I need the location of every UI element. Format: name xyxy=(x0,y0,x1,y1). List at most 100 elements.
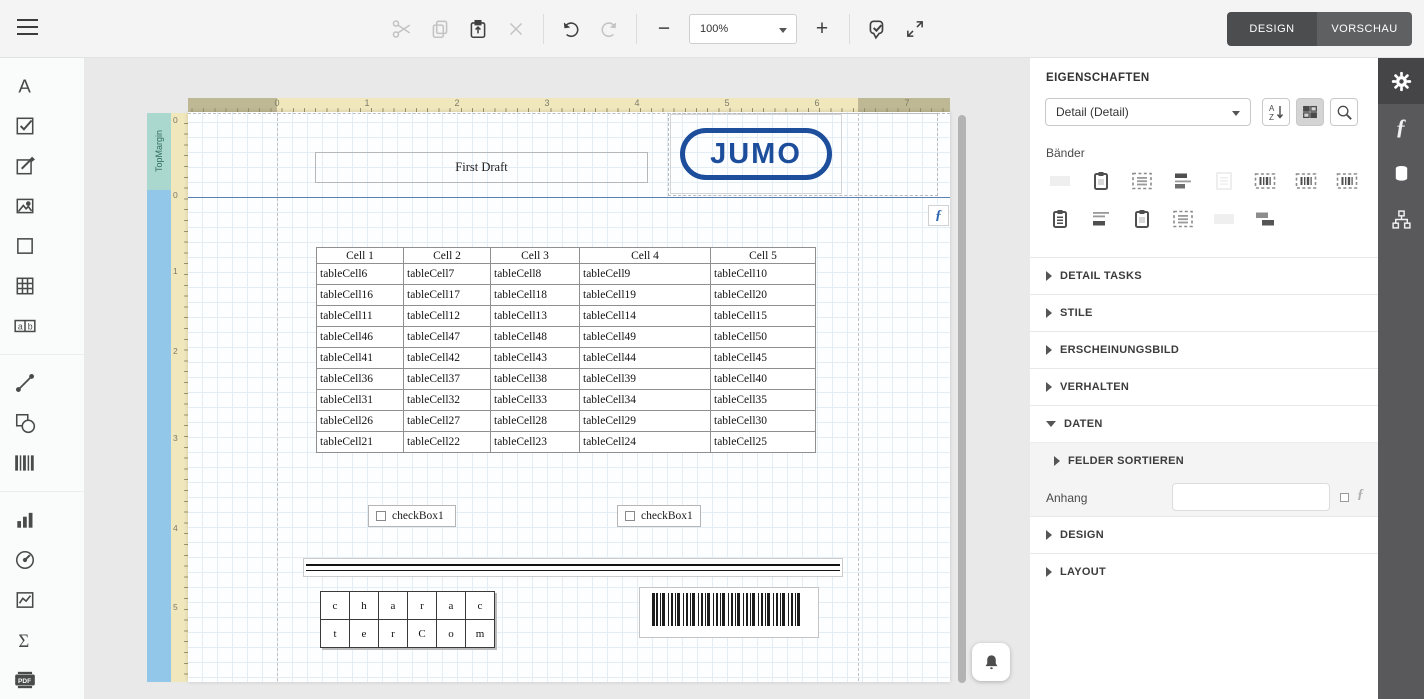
table-cell[interactable]: tableCell33 xyxy=(491,390,580,411)
top-margin-band-label[interactable]: TopMargin xyxy=(147,113,171,190)
table-cell[interactable]: tableCell39 xyxy=(580,369,711,390)
table-cell[interactable]: tableCell10 xyxy=(711,264,816,285)
table-cell[interactable]: tableCell45 xyxy=(711,348,816,369)
char-cell[interactable]: c xyxy=(321,592,350,620)
chart-tool-icon[interactable] xyxy=(8,500,42,540)
character-comb-element[interactable]: characterCom xyxy=(320,591,495,648)
table-header-cell[interactable]: Cell 2 xyxy=(404,248,491,264)
table-cell[interactable]: tableCell46 xyxy=(317,327,404,348)
delete-icon[interactable] xyxy=(502,15,530,43)
table-cell[interactable]: tableCell21 xyxy=(317,432,404,453)
table-cell[interactable]: tableCell8 xyxy=(491,264,580,285)
table-cell[interactable]: tableCell11 xyxy=(317,306,404,327)
char-cell[interactable]: a xyxy=(379,592,408,620)
table-tool-icon[interactable] xyxy=(8,266,42,306)
table-cell[interactable]: tableCell12 xyxy=(404,306,491,327)
report-tree-icon[interactable] xyxy=(1378,196,1424,242)
table-cell[interactable]: tableCell15 xyxy=(711,306,816,327)
categorize-icon[interactable] xyxy=(1296,98,1324,126)
anhang-formula-icon[interactable]: ƒ xyxy=(1357,487,1364,503)
sparkline-tool-icon[interactable] xyxy=(8,580,42,620)
table-cell[interactable]: tableCell43 xyxy=(491,348,580,369)
section-felder-sortieren[interactable]: FELDER SORTIEREN xyxy=(1030,442,1378,479)
table-header-cell[interactable]: Cell 1 xyxy=(317,248,404,264)
table-cell[interactable]: tableCell16 xyxy=(317,285,404,306)
report-title-textbox[interactable]: First Draft xyxy=(315,152,648,183)
section-layout[interactable]: LAYOUT xyxy=(1030,553,1378,590)
table-band-icon[interactable] xyxy=(1253,170,1277,192)
report-table[interactable]: Cell 1Cell 2Cell 3Cell 4Cell 5tableCell6… xyxy=(316,247,816,453)
table-cell[interactable]: tableCell27 xyxy=(404,411,491,432)
table-cell[interactable]: tableCell28 xyxy=(491,411,580,432)
table-cell[interactable]: tableCell19 xyxy=(580,285,711,306)
checkbox-tool-icon[interactable] xyxy=(8,106,42,146)
table-cell[interactable]: tableCell18 xyxy=(491,285,580,306)
table-cell[interactable]: tableCell22 xyxy=(404,432,491,453)
richtext-tool-icon[interactable] xyxy=(8,146,42,186)
zoom-in-icon[interactable]: + xyxy=(808,15,836,43)
table-cell[interactable]: tableCell6 xyxy=(317,264,404,285)
sum-tool-icon[interactable]: Σ xyxy=(8,620,42,660)
table-header-cell[interactable]: Cell 4 xyxy=(580,248,711,264)
image-tool-icon[interactable] xyxy=(8,186,42,226)
data-source-icon[interactable] xyxy=(1378,150,1424,196)
char-cell[interactable]: r xyxy=(408,592,437,620)
checkbox-element-1[interactable]: checkBox1 xyxy=(368,505,456,527)
table-cell[interactable]: tableCell24 xyxy=(580,432,711,453)
table-cell[interactable]: tableCell20 xyxy=(711,285,816,306)
formula-badge-icon[interactable]: ƒ xyxy=(928,205,949,226)
paste-icon[interactable] xyxy=(464,15,492,43)
table-cell[interactable]: tableCell23 xyxy=(491,432,580,453)
zoom-out-icon[interactable]: − xyxy=(650,15,678,43)
section-detail-tasks[interactable]: DETAIL TASKS xyxy=(1030,257,1378,294)
char-cell[interactable]: t xyxy=(321,620,350,648)
table-cell[interactable]: tableCell41 xyxy=(317,348,404,369)
char-cell[interactable]: e xyxy=(350,620,379,648)
redo-icon[interactable] xyxy=(595,15,623,43)
char-cell[interactable]: m xyxy=(466,620,495,648)
design-button[interactable]: DESIGN xyxy=(1227,12,1317,46)
char-cell[interactable]: r xyxy=(379,620,408,648)
gauge-tool-icon[interactable] xyxy=(8,540,42,580)
table-header-cell[interactable]: Cell 5 xyxy=(711,248,816,264)
vertical-scrollbar[interactable] xyxy=(958,115,966,683)
char-cell[interactable]: o xyxy=(437,620,466,648)
table-cell[interactable]: tableCell31 xyxy=(317,390,404,411)
table-cell[interactable]: tableCell50 xyxy=(711,327,816,348)
table-cell[interactable]: tableCell40 xyxy=(711,369,816,390)
table-cell[interactable]: tableCell49 xyxy=(580,327,711,348)
checkbox-element-2[interactable]: checkBox1 xyxy=(617,505,701,527)
double-line-element[interactable] xyxy=(303,558,843,577)
table-cell[interactable]: tableCell48 xyxy=(491,327,580,348)
barcode-tool-icon[interactable] xyxy=(8,443,42,483)
group-footer-band-icon[interactable] xyxy=(1089,208,1113,230)
report-footer-band-icon[interactable] xyxy=(1048,208,1072,230)
ab-cell-tool-icon[interactable]: ab xyxy=(8,306,42,346)
copy-icon[interactable] xyxy=(426,15,454,43)
char-cell[interactable]: C xyxy=(408,620,437,648)
table-cell[interactable]: tableCell25 xyxy=(711,432,816,453)
detail-band-icon[interactable] xyxy=(1212,170,1236,192)
settings-gear-icon[interactable] xyxy=(1378,58,1424,104)
table-cell[interactable]: tableCell17 xyxy=(404,285,491,306)
table-cell[interactable]: tableCell47 xyxy=(404,327,491,348)
menu-icon[interactable] xyxy=(17,19,39,39)
section-stile[interactable]: STILE xyxy=(1030,294,1378,331)
anhang-input[interactable] xyxy=(1172,483,1330,511)
line-tool-icon[interactable] xyxy=(8,363,42,403)
table-cell[interactable]: tableCell34 xyxy=(580,390,711,411)
text-tool-icon[interactable]: A xyxy=(8,66,42,106)
table-cell[interactable]: tableCell35 xyxy=(711,390,816,411)
preview-button[interactable]: VORSCHAU xyxy=(1317,12,1412,46)
table-cell[interactable]: tableCell14 xyxy=(580,306,711,327)
table-cell[interactable]: tableCell36 xyxy=(317,369,404,390)
barcode-element[interactable] xyxy=(639,587,819,638)
detail-band-strip[interactable] xyxy=(147,190,171,682)
table-cell[interactable]: tableCell32 xyxy=(404,390,491,411)
cut-icon[interactable] xyxy=(388,15,416,43)
column-header-band-icon[interactable] xyxy=(1130,170,1154,192)
page-footer-band-icon[interactable] xyxy=(1130,208,1154,230)
element-selector-dropdown[interactable]: Detail (Detail) xyxy=(1045,98,1251,126)
table-cell[interactable]: tableCell30 xyxy=(711,411,816,432)
notifications-bell-button[interactable] xyxy=(972,643,1010,681)
